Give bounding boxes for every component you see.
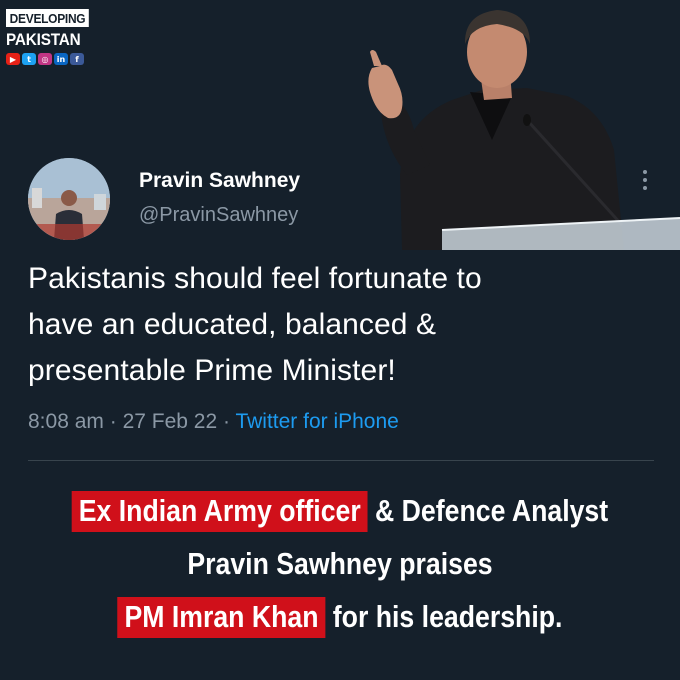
meta-separator: ·	[217, 410, 236, 433]
brand-logo: DEVELOPING PAKISTAN ▶ t ◎ in f	[6, 8, 96, 65]
headline-text: & Defence Analyst	[367, 493, 609, 528]
facebook-icon: f	[70, 53, 84, 65]
headline-line-3: PM Imran Khan for his leadership.	[48, 590, 633, 643]
tweet-source-link[interactable]: Twitter for iPhone	[235, 410, 398, 433]
tweet-text-line: presentable Prime Minister!	[28, 354, 396, 387]
avatar[interactable]	[28, 158, 110, 240]
tweet-author-name[interactable]: Pravin Sawhney	[139, 169, 300, 193]
brand-social-icons: ▶ t ◎ in f	[6, 53, 96, 65]
tweet-text-line: have an educated, balanced &	[28, 308, 437, 341]
headline-line-2: Pravin Sawhney praises	[187, 546, 493, 581]
tweet-date[interactable]: 27 Feb 22	[123, 410, 218, 433]
tweet-text: Pakistanis should feel fortunate to have…	[28, 256, 658, 394]
tweet-meta: 8:08 am · 27 Feb 22 · Twitter for iPhone	[28, 410, 399, 434]
headline-text: for his leadership.	[325, 599, 563, 634]
headline-highlight: PM Imran Khan	[117, 597, 326, 638]
brand-logo-bottom: PAKISTAN	[6, 30, 81, 49]
twitter-icon: t	[22, 53, 36, 65]
tweet-text-line: Pakistanis should feel fortunate to	[28, 262, 482, 295]
youtube-icon: ▶	[6, 53, 20, 65]
more-options-icon[interactable]	[640, 170, 650, 200]
speaker-photo	[352, 0, 680, 250]
headline: Ex Indian Army officer & Defence Analyst…	[0, 484, 680, 643]
headline-highlight: Ex Indian Army officer	[71, 491, 368, 532]
headline-line-1: Ex Indian Army officer & Defence Analyst	[48, 484, 633, 537]
tweet-author-handle[interactable]: @PravinSawhney	[139, 204, 298, 227]
meta-separator: ·	[103, 410, 123, 433]
tweet-time[interactable]: 8:08 am	[28, 410, 104, 433]
brand-logo-top: DEVELOPING	[6, 9, 90, 27]
instagram-icon: ◎	[38, 53, 52, 65]
divider	[28, 460, 654, 461]
linkedin-icon: in	[54, 53, 68, 65]
